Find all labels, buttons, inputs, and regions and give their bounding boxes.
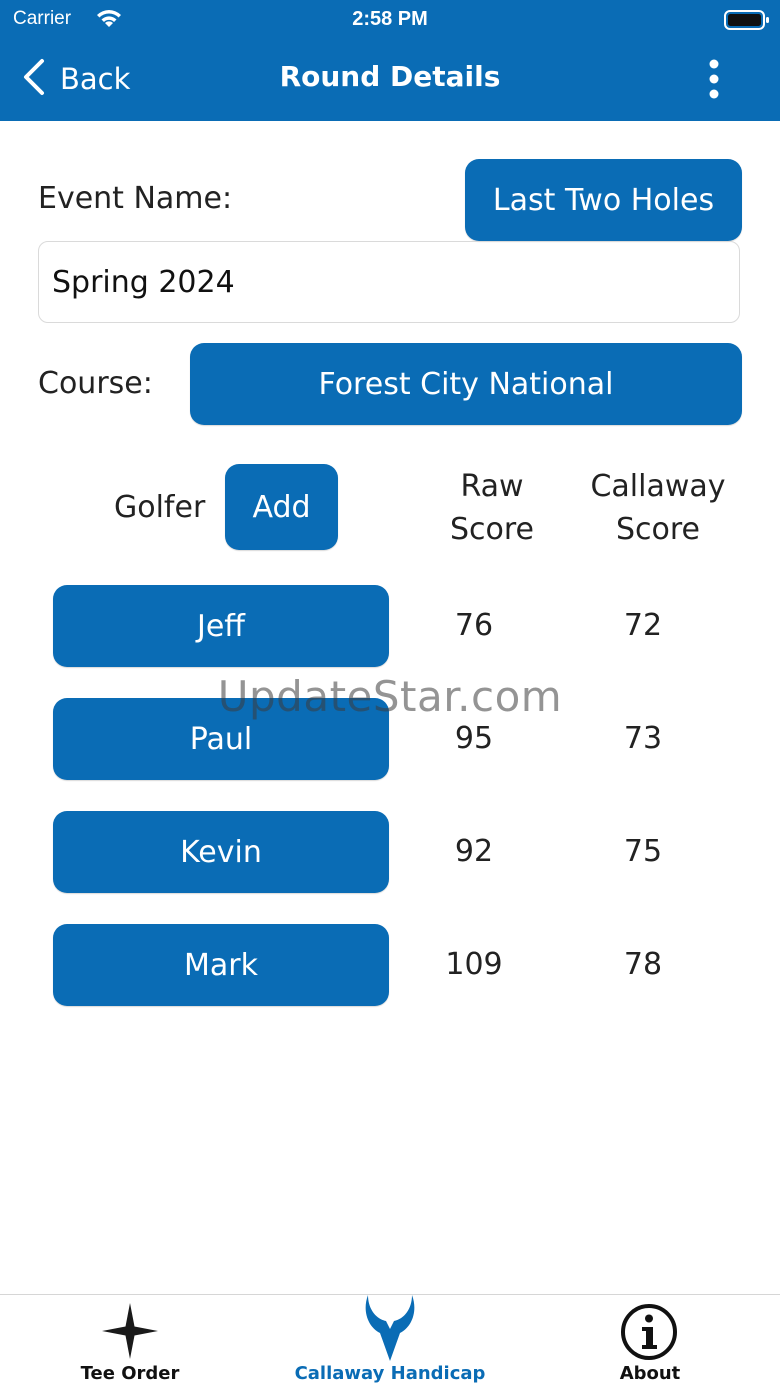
tab-callaway-handicap[interactable]: Callaway Handicap	[270, 1295, 510, 1388]
tab-label: About	[619, 1363, 681, 1384]
star-icon	[100, 1301, 160, 1365]
raw-score: 109	[445, 947, 503, 982]
course-label: Course:	[38, 366, 153, 401]
tab-about[interactable]: About	[560, 1295, 740, 1388]
watermark: UpdateStar.com	[217, 672, 563, 721]
info-icon	[620, 1303, 678, 1365]
callaway-score-header: Callaway Score	[590, 469, 726, 547]
raw-score: 95	[454, 721, 494, 756]
course-select-button[interactable]: Forest City National	[190, 343, 742, 425]
raw-score: 92	[454, 834, 494, 869]
golfer-button[interactable]: Jeff	[53, 585, 389, 667]
tab-label: Tee Order	[80, 1363, 180, 1384]
raw-score-header: Raw Score	[449, 469, 535, 547]
callaway-score: 75	[623, 834, 663, 869]
more-options-button[interactable]	[698, 58, 730, 100]
more-vertical-icon	[698, 59, 730, 104]
golfer-header: Golfer	[114, 490, 206, 525]
callaway-score: 73	[623, 721, 663, 756]
golfer-button[interactable]: Mark	[53, 924, 389, 1006]
tab-label: Callaway Handicap	[294, 1363, 486, 1384]
navigation-bar: Carrier 2:58 PM Back Round Details	[0, 0, 780, 121]
battery-icon	[724, 9, 770, 35]
callaway-score: 78	[623, 947, 663, 982]
callaway-icon	[360, 1295, 420, 1367]
callaway-score: 72	[623, 608, 663, 643]
raw-score: 76	[454, 608, 494, 643]
event-name-field[interactable]: Spring 2024	[38, 241, 740, 323]
add-golfer-button[interactable]: Add	[225, 464, 338, 550]
golfer-button[interactable]: Kevin	[53, 811, 389, 893]
page-title: Round Details	[279, 60, 501, 93]
tab-tee-order[interactable]: Tee Order	[30, 1295, 230, 1388]
last-two-holes-button[interactable]: Last Two Holes	[465, 159, 742, 241]
status-time: 2:58 PM	[352, 8, 428, 30]
status-bar: Carrier 2:58 PM	[0, 0, 780, 40]
tab-bar: Tee Order Callaway Handicap About	[0, 1294, 780, 1388]
event-name-label: Event Name:	[38, 181, 233, 216]
